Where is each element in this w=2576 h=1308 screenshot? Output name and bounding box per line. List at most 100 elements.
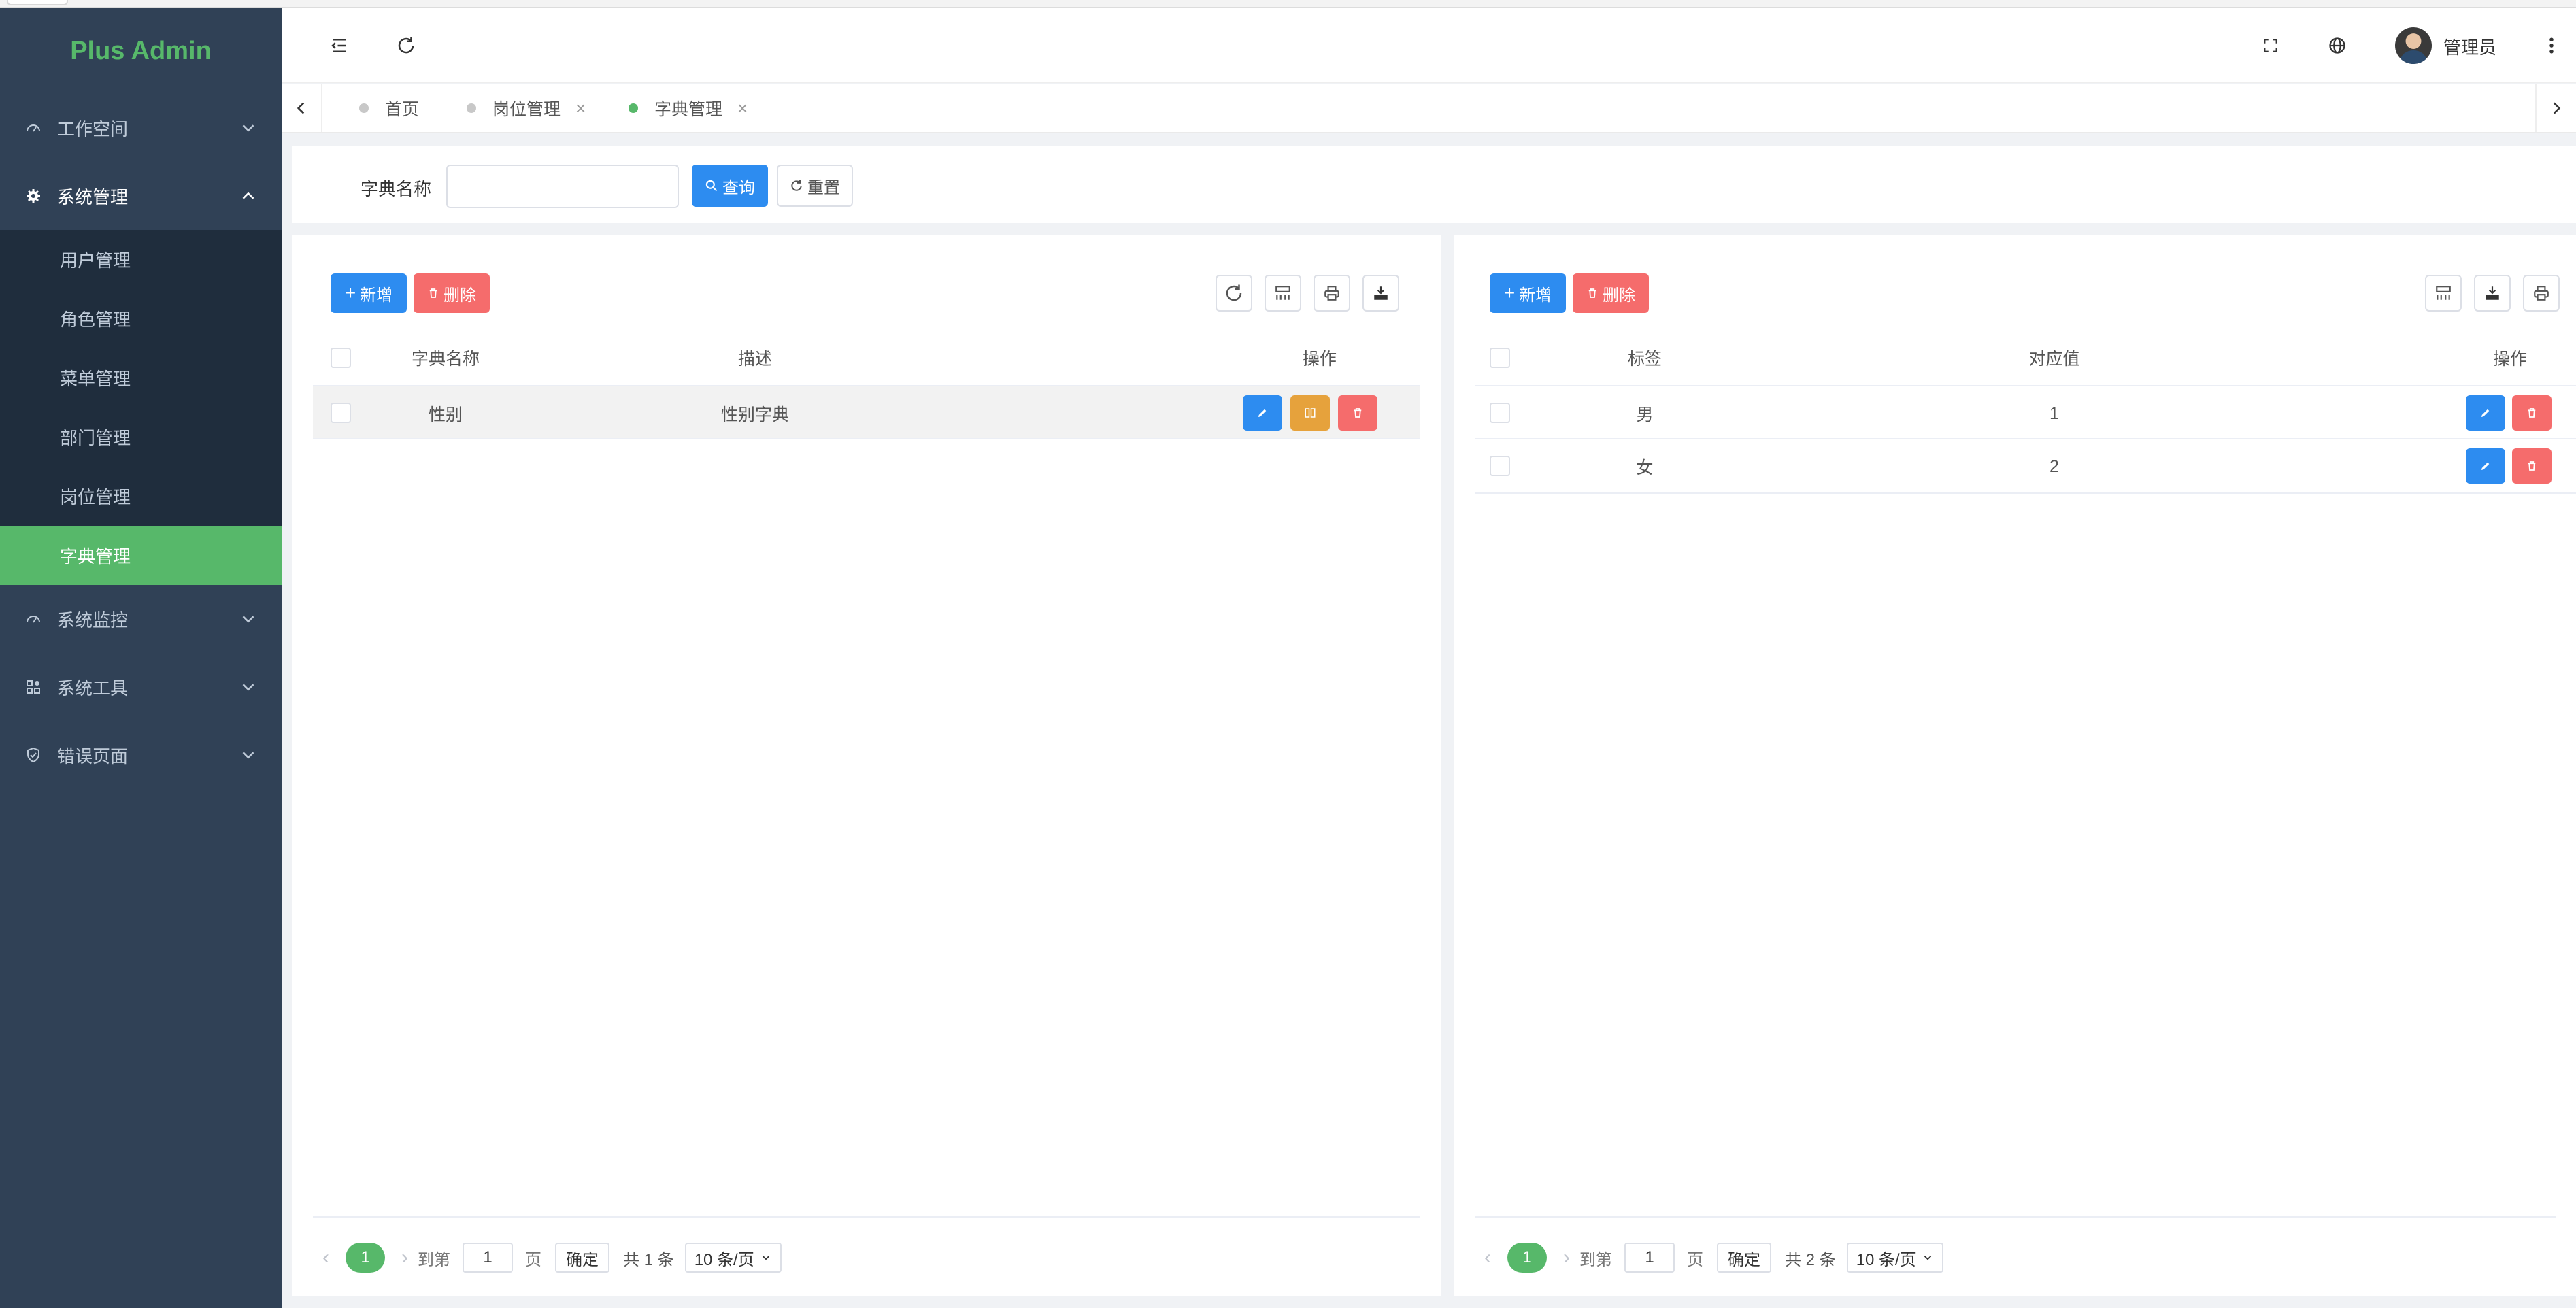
column-header: 操作 bbox=[2492, 350, 2527, 369]
chevron-left-icon[interactable] bbox=[282, 84, 322, 132]
add-label: 新增 bbox=[1519, 286, 1552, 305]
page-number[interactable]: 1 bbox=[1507, 1243, 1547, 1273]
chevron-right-icon[interactable] bbox=[2535, 84, 2576, 132]
refresh-icon bbox=[790, 179, 803, 192]
goto-confirm-button[interactable]: 确定 bbox=[555, 1243, 609, 1273]
edit-button[interactable] bbox=[1243, 395, 1282, 431]
column-settings-icon[interactable] bbox=[1265, 275, 1301, 312]
prev-page-icon[interactable]: ‹ bbox=[1484, 1246, 1491, 1269]
shield-icon bbox=[24, 746, 42, 764]
menu-system-management[interactable]: 系统管理 bbox=[0, 162, 282, 230]
top-header: 管理员 bbox=[282, 8, 2576, 83]
sidebar-item-roles[interactable]: 角色管理 bbox=[0, 289, 282, 348]
sidebar-item-dictionary[interactable]: 字典管理 bbox=[0, 526, 282, 585]
avatar[interactable] bbox=[2395, 27, 2432, 64]
column-settings-icon[interactable] bbox=[2425, 275, 2462, 312]
reset-button[interactable]: 重置 bbox=[777, 165, 853, 207]
select-all-checkbox[interactable] bbox=[331, 348, 351, 368]
cell-label: 男 bbox=[1636, 405, 1654, 424]
dict-items-button[interactable] bbox=[1290, 395, 1330, 431]
query-label: 查询 bbox=[722, 178, 755, 197]
sidebar-item-menus[interactable]: 菜单管理 bbox=[0, 348, 282, 407]
chevron-down-icon bbox=[242, 752, 254, 759]
table-row[interactable]: 男 1 bbox=[1475, 385, 2576, 439]
next-page-icon[interactable]: › bbox=[401, 1246, 408, 1269]
menu-label: 系统工具 bbox=[57, 677, 129, 699]
goto-suffix: 页 bbox=[525, 1250, 541, 1269]
tags-view: 首页 岗位管理 × 字典管理 × bbox=[282, 84, 2576, 133]
fullscreen-icon[interactable] bbox=[2254, 29, 2288, 63]
chevron-down-icon bbox=[762, 1256, 769, 1260]
refresh-icon[interactable] bbox=[1216, 275, 1252, 312]
globe-icon[interactable] bbox=[2320, 29, 2354, 63]
chevron-up-icon bbox=[242, 192, 254, 199]
menu-label: 系统管理 bbox=[57, 186, 129, 207]
chevron-down-icon bbox=[242, 124, 254, 132]
export-icon[interactable] bbox=[1362, 275, 1399, 312]
column-header: 对应值 bbox=[2028, 350, 2080, 369]
page-size-label: 10 条/页 bbox=[694, 1250, 754, 1269]
table-row[interactable]: 性别 性别字典 bbox=[313, 385, 1420, 439]
sidebar-item-users[interactable]: 用户管理 bbox=[0, 230, 282, 289]
chevron-down-icon bbox=[1924, 1256, 1931, 1260]
menu-system-monitor[interactable]: 系统监控 bbox=[0, 585, 282, 653]
pagination: ‹ 1 › 到第 1 页 确定 共 1 条 10 条/页 bbox=[313, 1216, 1420, 1298]
search-form: 字典名称 查询 重置 bbox=[292, 146, 2576, 223]
goto-confirm-button[interactable]: 确定 bbox=[1717, 1243, 1771, 1273]
menu-system-tools[interactable]: 系统工具 bbox=[0, 653, 282, 721]
add-button[interactable]: + 新增 bbox=[331, 273, 407, 313]
tab-dictionary[interactable]: 字典管理 × bbox=[629, 84, 748, 132]
add-button[interactable]: + 新增 bbox=[1490, 273, 1566, 313]
menu-workspace[interactable]: 工作空间 bbox=[0, 94, 282, 162]
tab-home[interactable]: 首页 bbox=[359, 84, 419, 132]
edit-button[interactable] bbox=[2466, 448, 2505, 484]
row-checkbox[interactable] bbox=[1490, 456, 1510, 476]
print-icon[interactable] bbox=[2523, 275, 2560, 312]
tab-dot bbox=[467, 103, 476, 113]
prev-page-icon[interactable]: ‹ bbox=[322, 1246, 329, 1269]
app-logo: Plus Admin bbox=[70, 36, 212, 65]
column-header: 标签 bbox=[1627, 350, 1662, 369]
select-all-checkbox[interactable] bbox=[1490, 348, 1510, 368]
print-icon[interactable] bbox=[1314, 275, 1350, 312]
table-header: 字典名称 描述 操作 bbox=[313, 331, 1420, 385]
total-count: 共 2 条 bbox=[1785, 1250, 1836, 1269]
search-label: 字典名称 bbox=[361, 179, 432, 199]
page-number[interactable]: 1 bbox=[346, 1243, 385, 1273]
delete-row-button[interactable] bbox=[1338, 395, 1377, 431]
edit-button[interactable] bbox=[2466, 395, 2505, 431]
goto-page-input[interactable]: 1 bbox=[1624, 1243, 1675, 1273]
dict-name-input[interactable] bbox=[446, 165, 679, 208]
add-label: 新增 bbox=[360, 286, 393, 305]
reset-label: 重置 bbox=[807, 178, 840, 197]
goto-page-input[interactable]: 1 bbox=[463, 1243, 513, 1273]
collapse-menu-icon[interactable] bbox=[322, 29, 356, 63]
menu-error-pages[interactable]: 错误页面 bbox=[0, 721, 282, 789]
delete-button[interactable]: 删除 bbox=[1573, 273, 1649, 313]
page-size-select[interactable]: 10 条/页 bbox=[684, 1243, 782, 1273]
close-icon[interactable]: × bbox=[575, 98, 586, 119]
row-checkbox[interactable] bbox=[331, 403, 351, 423]
delete-row-button[interactable] bbox=[2512, 395, 2552, 431]
delete-row-button[interactable] bbox=[2512, 448, 2552, 484]
query-button[interactable]: 查询 bbox=[692, 165, 768, 207]
refresh-icon[interactable] bbox=[389, 29, 423, 63]
delete-button[interactable]: 删除 bbox=[414, 273, 490, 313]
export-icon[interactable] bbox=[2474, 275, 2511, 312]
column-header: 字典名称 bbox=[411, 350, 480, 369]
row-checkbox[interactable] bbox=[1490, 403, 1510, 423]
chevron-down-icon bbox=[242, 684, 254, 691]
page-size-select[interactable]: 10 条/页 bbox=[1846, 1243, 1943, 1273]
username[interactable]: 管理员 bbox=[2443, 34, 2496, 59]
next-page-icon[interactable]: › bbox=[1563, 1246, 1570, 1269]
column-header: 描述 bbox=[737, 350, 772, 369]
table-row[interactable]: 女 2 bbox=[1475, 439, 2576, 494]
close-icon[interactable]: × bbox=[737, 98, 748, 119]
search-icon bbox=[705, 179, 718, 192]
tab-posts[interactable]: 岗位管理 × bbox=[467, 84, 586, 132]
sidebar-item-departments[interactable]: 部门管理 bbox=[0, 407, 282, 467]
plus-icon: + bbox=[344, 282, 356, 303]
column-header: 操作 bbox=[1302, 350, 1337, 369]
sidebar-item-posts[interactable]: 岗位管理 bbox=[0, 467, 282, 526]
more-vertical-icon[interactable] bbox=[2535, 29, 2569, 63]
